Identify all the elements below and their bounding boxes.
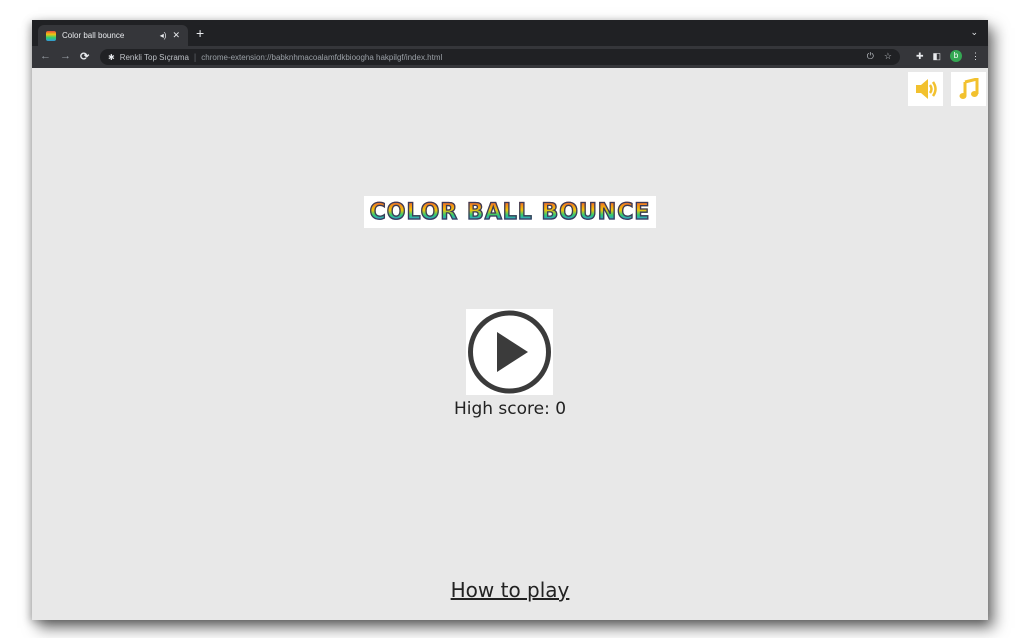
how-to-play-link[interactable]: How to play (451, 578, 570, 602)
how-to-play-container: How to play (32, 578, 988, 602)
speaker-icon (915, 79, 937, 99)
extensions-puzzle-icon[interactable]: ✚ (916, 51, 924, 62)
tab-color-ball-bounce[interactable]: Color ball bounce ◂) ✕ (38, 25, 188, 46)
profile-avatar[interactable]: b (950, 50, 962, 62)
favicon-icon (46, 30, 56, 41)
tab-search-chevron-down-icon[interactable]: ⌄ (970, 27, 978, 38)
new-tab-button[interactable]: + (196, 26, 204, 40)
play-button[interactable] (466, 309, 553, 395)
tab-strip: Color ball bounce ◂) ✕ + ⌄ (32, 20, 988, 46)
reload-button[interactable]: ⟳ (80, 50, 89, 63)
forward-button[interactable]: → (60, 50, 71, 62)
game-title-logo: COLOR BALL BOUNCE (364, 196, 656, 228)
game-page: COLOR BALL BOUNCE High score: 0 How to p… (32, 68, 988, 620)
browser-toolbar: ← → ⟳ ✱ Renkli Top Sıçrama | chrome-exte… (32, 46, 988, 68)
back-button[interactable]: ← (40, 50, 51, 62)
tab-close-icon[interactable]: ✕ (172, 30, 180, 41)
play-icon (468, 310, 551, 394)
music-toggle-button[interactable] (951, 72, 986, 106)
omnibox-divider: | (193, 52, 197, 62)
kebab-menu-icon[interactable]: ⋮ (971, 51, 980, 62)
extension-icon: ✱ (108, 52, 115, 62)
tab-audio-icon[interactable]: ◂) (160, 31, 167, 40)
address-bar[interactable]: ✱ Renkli Top Sıçrama | chrome-extension:… (100, 49, 900, 65)
browser-window: Color ball bounce ◂) ✕ + ⌄ ← → ⟳ ✱ Renkl… (32, 20, 988, 620)
music-note-icon (959, 78, 978, 99)
tab-title: Color ball bounce (62, 31, 125, 40)
share-icon[interactable]: ⏻ (867, 51, 874, 62)
bookmark-star-icon[interactable]: ☆ (884, 51, 892, 62)
site-name: Renkli Top Sıçrama (119, 52, 189, 62)
sound-toggle-button[interactable] (908, 72, 943, 106)
url-text[interactable]: chrome-extension://babknhmacoalamfdkbioo… (201, 53, 442, 62)
high-score: High score: 0 (453, 399, 567, 419)
game-title: COLOR BALL BOUNCE (369, 199, 651, 225)
side-panel-icon[interactable]: ◧ (932, 51, 941, 62)
